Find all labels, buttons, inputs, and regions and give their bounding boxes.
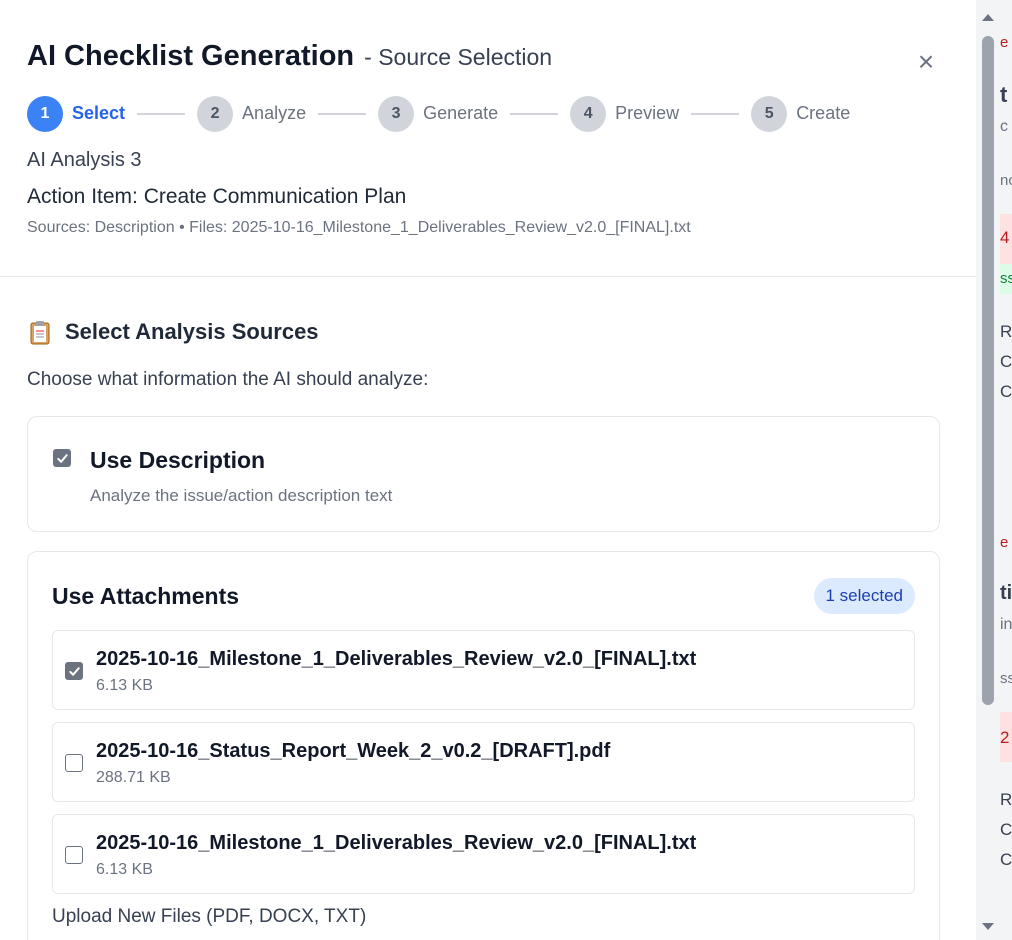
- step-label: Analyze: [242, 103, 307, 123]
- bg-fragment: t: [1000, 82, 1008, 107]
- step-preview: 4 Preview: [570, 95, 680, 132]
- use-description-option[interactable]: Use Description Analyze the issue/action…: [27, 416, 940, 532]
- scrollbar[interactable]: [976, 0, 1000, 940]
- action-item: Action Item: Create Communication Plan: [27, 185, 407, 208]
- bg-fragment: 2: [1000, 728, 1010, 747]
- modal-subtitle: - Source Selection: [364, 44, 553, 70]
- analysis-name: AI Analysis 3: [27, 149, 142, 171]
- attachments-title: Use Attachments: [52, 582, 240, 609]
- attachment-size: 6.13 KB: [96, 677, 153, 694]
- attachment-size: 6.13 KB: [96, 861, 153, 878]
- attachment-name: 2025-10-16_Milestone_1_Deliverables_Revi…: [96, 832, 697, 854]
- modal-title: AI Checklist Generation: [27, 40, 355, 72]
- sources-summary: Sources: Description • Files: 2025-10-16…: [27, 219, 691, 236]
- use-description-label: Use Description: [90, 447, 266, 473]
- scroll-up-arrow-icon[interactable]: [980, 10, 996, 24]
- attachment-item[interactable]: 2025-10-16_Milestone_1_Deliverables_Revi…: [52, 814, 915, 894]
- modal-header: AI Checklist Generation - Source Selecti…: [0, 0, 976, 277]
- bg-fragment: e: [1000, 534, 1009, 551]
- step-select: 1 Select: [27, 95, 126, 132]
- bg-fragment: Co: [1000, 352, 1012, 371]
- step-number: 1: [27, 95, 63, 132]
- bg-fragment: Co: [1000, 850, 1012, 869]
- use-description-checkbox[interactable]: [53, 449, 71, 467]
- section-title: Select Analysis Sources: [65, 319, 319, 344]
- bg-fragment: ss: [1000, 670, 1012, 687]
- bg-fragment: ti: [1000, 582, 1012, 604]
- step-label: Preview: [615, 103, 680, 123]
- ai-checklist-modal: AI Checklist Generation - Source Selecti…: [0, 0, 976, 940]
- modal-body: Select Analysis Sources Choose what info…: [0, 319, 976, 940]
- step-create: 5 Create: [751, 95, 851, 132]
- step-number: 4: [570, 95, 607, 132]
- attachments-header: Use Attachments 1 selected: [52, 576, 915, 616]
- bg-fragment: Re: [1000, 790, 1012, 809]
- attachment-checkbox[interactable]: [65, 662, 83, 680]
- attachment-checkbox[interactable]: [65, 754, 83, 772]
- section-heading: Select Analysis Sources: [27, 319, 940, 345]
- use-description-sub: Analyze the issue/action description tex…: [90, 486, 393, 505]
- bg-fragment: 4: [1000, 228, 1010, 247]
- scrollbar-thumb[interactable]: [982, 36, 994, 705]
- bg-fragment: nc: [1000, 172, 1012, 189]
- step-connector: [510, 112, 559, 115]
- attachment-item[interactable]: 2025-10-16_Milestone_1_Deliverables_Revi…: [52, 630, 915, 710]
- bg-fragment: e: [1000, 34, 1009, 51]
- close-icon[interactable]: ×: [914, 48, 938, 76]
- bg-fragment: Co: [1000, 820, 1012, 839]
- scroll-down-arrow-icon[interactable]: [980, 920, 996, 934]
- step-connector: [137, 112, 186, 115]
- section-instructions: Choose what information the AI should an…: [27, 369, 429, 390]
- step-connector: [691, 112, 740, 115]
- title-row: AI Checklist Generation - Source Selecti…: [27, 40, 949, 73]
- selected-count-badge: 1 selected: [813, 578, 915, 614]
- bg-fragment: Co: [1000, 382, 1012, 401]
- step-label: Create: [796, 103, 851, 123]
- step-number: 3: [378, 95, 415, 132]
- attachment-size: 288.71 KB: [96, 769, 171, 786]
- bg-fragment: ss: [1000, 270, 1012, 287]
- attachment-checkbox[interactable]: [65, 846, 83, 864]
- step-number: 2: [197, 95, 234, 132]
- attachment-list: 2025-10-16_Milestone_1_Deliverables_Revi…: [52, 630, 915, 894]
- step-label: Select: [72, 103, 126, 123]
- upload-files-label: Upload New Files (PDF, DOCX, TXT): [52, 906, 367, 927]
- clipboard-icon: [27, 319, 53, 345]
- bg-fragment: Re: [1000, 322, 1012, 341]
- attachment-name: 2025-10-16_Milestone_1_Deliverables_Revi…: [96, 648, 697, 670]
- bg-fragment: c: [1000, 118, 1008, 135]
- step-analyze: 2 Analyze: [197, 95, 307, 132]
- bg-fragment: in: [1000, 616, 1012, 633]
- step-number: 5: [751, 95, 788, 132]
- step-connector: [318, 112, 367, 115]
- step-generate: 3 Generate: [378, 95, 499, 132]
- step-label: Generate: [423, 103, 499, 123]
- stepper: 1 Select 2 Analyze 3 Generate 4 Preview: [27, 95, 949, 132]
- attachment-name: 2025-10-16_Status_Report_Week_2_v0.2_[DR…: [96, 740, 611, 762]
- page: e t c nc 4 ss Re Co Co e ti in ss 2 Re C…: [0, 0, 1012, 940]
- attachment-item[interactable]: 2025-10-16_Status_Report_Week_2_v0.2_[DR…: [52, 722, 915, 802]
- use-attachments-section: Use Attachments 1 selected 2025-10-16_Mi…: [27, 551, 940, 940]
